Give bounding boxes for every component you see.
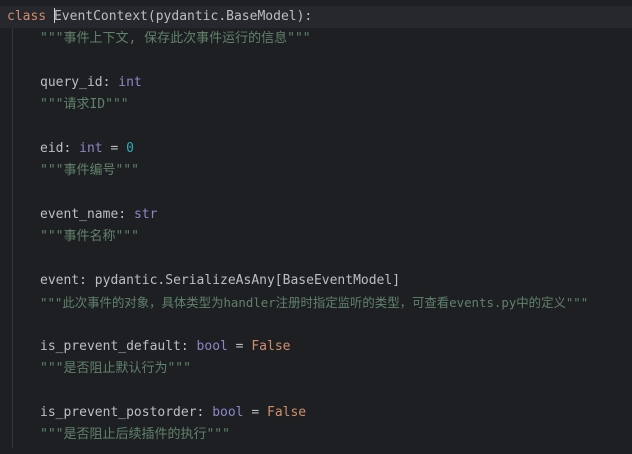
field-default: False <box>267 405 307 420</box>
field-colon: : <box>180 339 197 354</box>
field-assign: = <box>102 141 127 156</box>
class-name: EventContext <box>53 9 148 24</box>
field-declaration-query-id[interactable]: query_id: int <box>40 72 142 94</box>
field-colon: : <box>63 141 80 156</box>
field-assign: = <box>227 339 252 354</box>
field-assign: = <box>243 405 267 420</box>
field-type: int <box>79 141 103 156</box>
field-colon: : <box>79 273 95 288</box>
field-name: event_name <box>40 207 119 222</box>
class-keyword: class <box>7 9 47 24</box>
field-name: query_id <box>40 75 103 90</box>
field-type: bool <box>212 405 244 420</box>
field-docstring-is-prevent-default[interactable]: """是否阻止默认行为""" <box>40 358 191 380</box>
indent-guide <box>12 28 13 448</box>
class-declaration-line[interactable]: class EventContext(pydantic.BaseModel): <box>7 6 312 28</box>
field-colon: : <box>118 207 134 222</box>
field-default: 0 <box>126 141 134 156</box>
class-docstring-line[interactable]: """事件上下文, 保存此次事件运行的信息""" <box>40 28 311 50</box>
field-colon: : <box>196 405 213 420</box>
field-name: event <box>40 273 80 288</box>
field-type: int <box>118 75 142 90</box>
field-default: False <box>251 339 291 354</box>
field-type: str <box>133 207 158 222</box>
code-editor[interactable]: class EventContext(pydantic.BaseModel): … <box>0 0 632 454</box>
field-declaration-event-name[interactable]: event_name: str <box>40 204 157 226</box>
field-colon: : <box>102 75 119 90</box>
field-declaration-eid[interactable]: eid: int = 0 <box>40 138 134 160</box>
field-docstring-eid[interactable]: """事件编号""" <box>40 160 139 182</box>
field-docstring-query-id[interactable]: """请求ID""" <box>40 94 129 116</box>
field-type: pydantic.SerializeAsAny[BaseEventModel] <box>94 273 401 288</box>
field-name: eid <box>40 141 64 156</box>
field-docstring-event-name[interactable]: """事件名称""" <box>40 226 139 248</box>
field-type: bool <box>196 339 228 354</box>
field-declaration-is-prevent-default[interactable]: is_prevent_default: bool = False <box>40 336 290 358</box>
field-name: is_prevent_default <box>40 339 181 354</box>
field-declaration-event[interactable]: event: pydantic.SerializeAsAny[BaseEvent… <box>40 270 400 292</box>
field-docstring-event[interactable]: """此次事件的对象，具体类型为handler注册时指定监听的类型，可查看eve… <box>40 292 588 314</box>
class-base: (pydantic.BaseModel): <box>147 9 313 24</box>
field-docstring-is-prevent-postorder[interactable]: """是否阻止后续插件的执行""" <box>40 424 230 446</box>
field-declaration-is-prevent-postorder[interactable]: is_prevent_postorder: bool = False <box>40 402 306 424</box>
field-name: is_prevent_postorder <box>40 405 197 420</box>
